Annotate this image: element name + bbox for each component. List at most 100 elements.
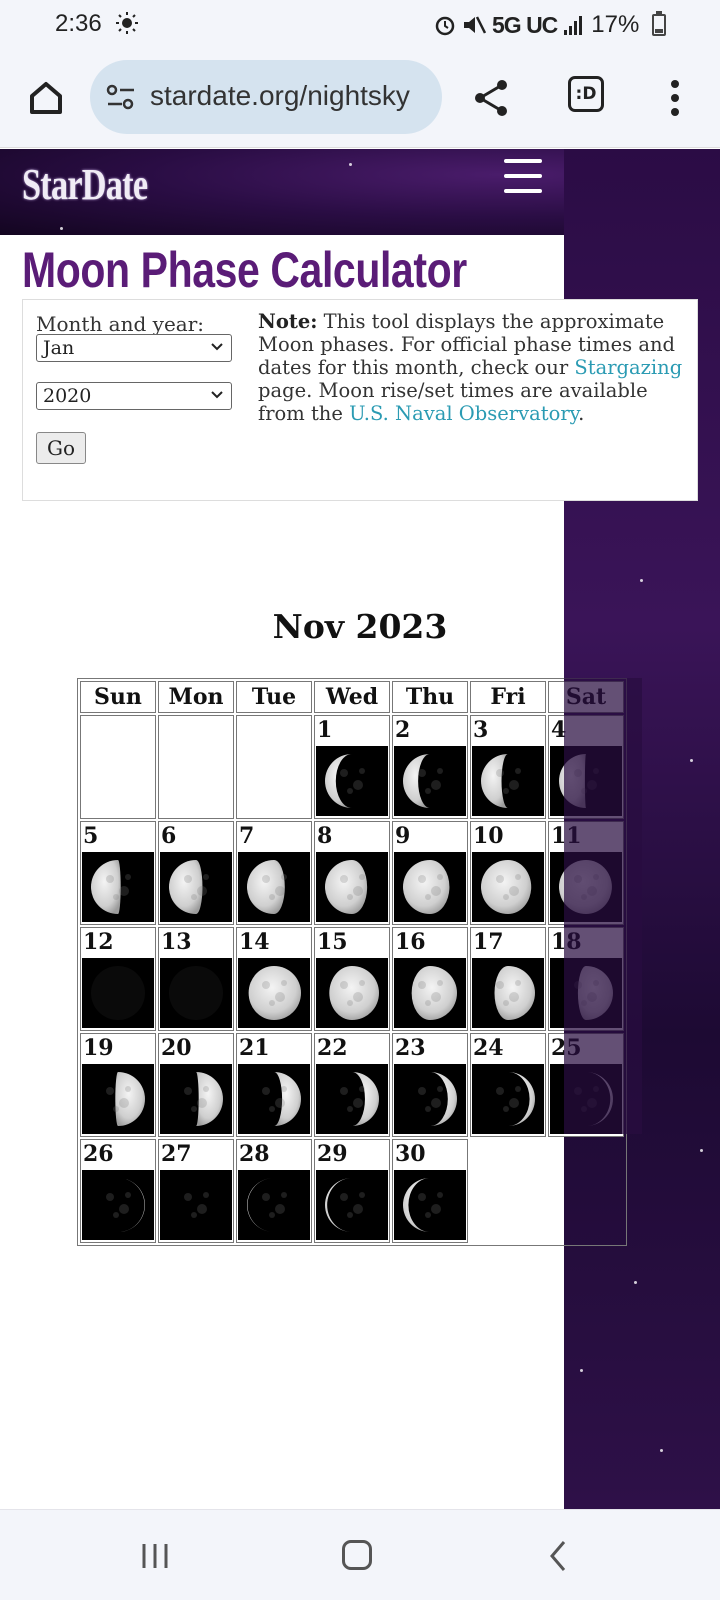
signal-icon xyxy=(564,16,583,35)
star xyxy=(349,163,352,166)
day-cell: 10 xyxy=(470,821,546,925)
day-number: 18 xyxy=(551,929,582,955)
moon-phase-icon xyxy=(91,860,131,914)
day-cell: 14 xyxy=(236,927,312,1031)
moon-image xyxy=(394,746,466,816)
moon-image xyxy=(160,852,232,922)
home-icon[interactable] xyxy=(22,74,70,122)
empty-day-cell xyxy=(470,1139,546,1243)
alarm-icon xyxy=(435,16,455,36)
moon-phase-icon xyxy=(403,860,450,914)
moon-image xyxy=(394,852,466,922)
day-cell: 7 xyxy=(236,821,312,925)
brightness-icon xyxy=(116,12,138,34)
moon-phase-icon xyxy=(494,966,535,1020)
moon-phase-icon xyxy=(559,754,599,808)
moon-phase-icon xyxy=(169,966,223,1020)
moon-calendar: Sun Mon Tue Wed Thu Fri Sat 1 2 3 4 5 6 7 8 9 10 11 12 13 1… xyxy=(77,678,627,1246)
day-number: 29 xyxy=(317,1141,348,1167)
battery-icon xyxy=(652,11,666,36)
day-number: 22 xyxy=(317,1035,348,1061)
day-cell: 20 xyxy=(158,1033,234,1137)
day-number: 2 xyxy=(395,717,411,743)
note-text-3: . xyxy=(578,402,585,425)
moon-phase-icon xyxy=(340,1072,379,1126)
back-icon[interactable] xyxy=(548,1540,568,1572)
naval-observatory-link[interactable]: U.S. Naval Observatory xyxy=(349,402,578,425)
weekday-header: Wed xyxy=(314,681,390,713)
star xyxy=(60,227,63,230)
web-page: StarDate Moon Phase Calculator Month and… xyxy=(0,149,720,1509)
moon-phase-icon xyxy=(481,860,532,914)
share-icon[interactable] xyxy=(470,76,514,120)
android-nav-bar xyxy=(0,1509,720,1600)
hamburger-menu-icon[interactable] xyxy=(504,159,542,195)
network-label: 5G UC xyxy=(492,11,558,38)
day-number: 5 xyxy=(83,823,99,849)
moon-image xyxy=(550,1064,622,1134)
moon-image xyxy=(550,852,622,922)
note-text: Note: This tool displays the approximate… xyxy=(258,310,686,425)
address-bar[interactable]: stardate.org/nightsky xyxy=(90,60,442,134)
moon-phase-icon xyxy=(325,860,368,914)
day-cell: 13 xyxy=(158,927,234,1031)
weekday-header: Sat xyxy=(548,681,624,713)
day-cell: 11 xyxy=(548,821,624,925)
go-button[interactable]: Go xyxy=(36,432,86,464)
day-cell: 30 xyxy=(392,1139,468,1243)
day-cell: 18 xyxy=(548,927,624,1031)
tab-switcher-button[interactable]: :D xyxy=(568,76,604,112)
moon-phase-icon xyxy=(247,1178,287,1232)
status-icons: 5G UC 17% xyxy=(434,11,639,38)
home-nav-icon[interactable] xyxy=(342,1540,372,1570)
day-cell: 4 xyxy=(548,715,624,819)
calendar-week-row: 19 20 21 22 23 24 25 xyxy=(80,1033,624,1137)
day-number: 15 xyxy=(317,929,348,955)
moon-phase-icon xyxy=(262,1072,301,1126)
moon-image xyxy=(316,852,388,922)
moon-phase-icon xyxy=(329,966,379,1020)
stardate-logo[interactable]: StarDate xyxy=(22,159,148,210)
month-select[interactable]: Jan xyxy=(36,334,232,362)
day-cell: 22 xyxy=(314,1033,390,1137)
year-select[interactable]: 2020 xyxy=(36,382,232,410)
day-number: 13 xyxy=(161,929,192,955)
day-number: 20 xyxy=(161,1035,192,1061)
day-number: 6 xyxy=(161,823,177,849)
day-cell: 12 xyxy=(80,927,156,1031)
more-options-icon[interactable] xyxy=(660,74,690,122)
day-cell: 27 xyxy=(158,1139,234,1243)
day-number: 9 xyxy=(395,823,411,849)
moon-phase-icon xyxy=(106,1072,145,1126)
weekday-header: Tue xyxy=(236,681,312,713)
url-text: stardate.org/nightsky xyxy=(150,80,410,111)
day-number: 8 xyxy=(317,823,333,849)
empty-day-cell xyxy=(236,715,312,819)
moon-phase-icon xyxy=(418,1072,457,1126)
day-number: 11 xyxy=(551,823,582,849)
site-settings-icon[interactable] xyxy=(106,84,136,110)
moon-phase-icon xyxy=(248,966,301,1020)
day-number: 7 xyxy=(239,823,255,849)
star xyxy=(700,1149,703,1152)
moon-image xyxy=(316,746,388,816)
moon-phase-icon xyxy=(574,966,613,1020)
stargazing-link[interactable]: Stargazing xyxy=(574,356,682,379)
moon-image xyxy=(82,852,154,922)
chevron-down-icon xyxy=(211,391,223,399)
calendar-week-row: 26 27 28 29 30 xyxy=(80,1139,624,1243)
day-number: 10 xyxy=(473,823,504,849)
day-cell: 23 xyxy=(392,1033,468,1137)
empty-day-cell xyxy=(158,715,234,819)
month-year-label: Month and year: xyxy=(36,312,204,336)
day-number: 24 xyxy=(473,1035,504,1061)
day-number: 16 xyxy=(395,929,426,955)
recent-apps-icon[interactable] xyxy=(140,1542,170,1570)
moon-phase-icon xyxy=(496,1072,535,1126)
calculator-form: Month and year: Jan 2020 Go Note: This t… xyxy=(22,299,698,501)
day-number: 14 xyxy=(239,929,270,955)
day-number: 12 xyxy=(83,929,114,955)
moon-image xyxy=(394,1064,466,1134)
day-cell: 6 xyxy=(158,821,234,925)
moon-phase-icon xyxy=(574,1072,613,1126)
